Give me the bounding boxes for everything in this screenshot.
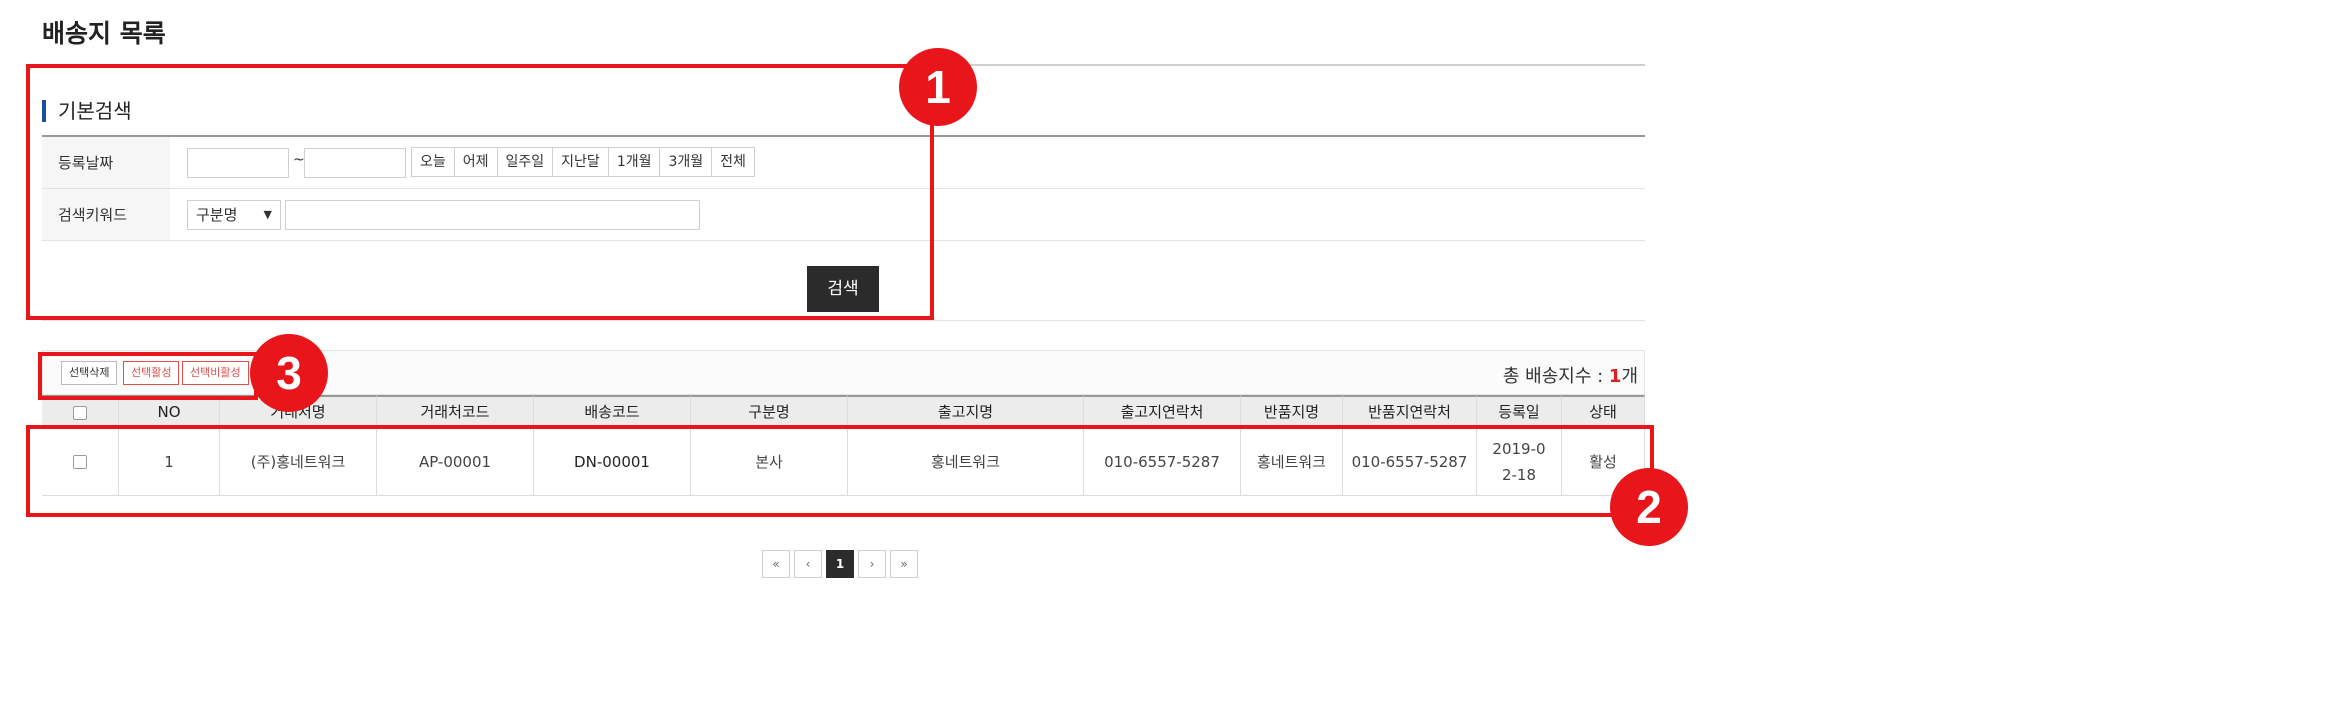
header-delivery-code: 배송코드	[534, 395, 691, 428]
page-title: 배송지 목록	[42, 19, 166, 48]
prev-page-icon[interactable]: ‹	[794, 550, 822, 578]
callout-badge-3: 3	[250, 334, 328, 412]
header-return-contact: 반품지연락처	[1343, 395, 1477, 428]
total-count-label: 총 배송지수 : 1개	[1503, 362, 1638, 388]
callout-box-1	[26, 64, 934, 320]
header-client-code: 거래처코드	[377, 395, 534, 428]
first-page-icon[interactable]: «	[762, 550, 790, 578]
header-origin-contact: 출고지연락처	[1084, 395, 1241, 428]
last-page-icon[interactable]: »	[890, 550, 918, 578]
header-status: 상태	[1562, 395, 1645, 428]
total-count-suffix: 개	[1621, 366, 1638, 387]
header-return-name: 반품지명	[1241, 395, 1343, 428]
total-count-prefix: 총 배송지수 :	[1502, 366, 1609, 387]
callout-badge-1: 1	[899, 48, 977, 126]
callout-box-2	[26, 425, 1654, 517]
header-division: 구분명	[691, 395, 848, 428]
select-all-checkbox[interactable]	[73, 405, 87, 420]
callout-badge-2: 2	[1610, 468, 1688, 546]
header-registered-date: 등록일	[1477, 395, 1562, 428]
header-origin-name: 출고지명	[848, 395, 1084, 428]
page-1-button[interactable]: 1	[826, 550, 854, 578]
total-count-value: 1	[1608, 366, 1622, 387]
pagination: « ‹ 1 › »	[762, 550, 918, 578]
callout-box-3	[38, 352, 258, 400]
next-page-icon[interactable]: ›	[858, 550, 886, 578]
